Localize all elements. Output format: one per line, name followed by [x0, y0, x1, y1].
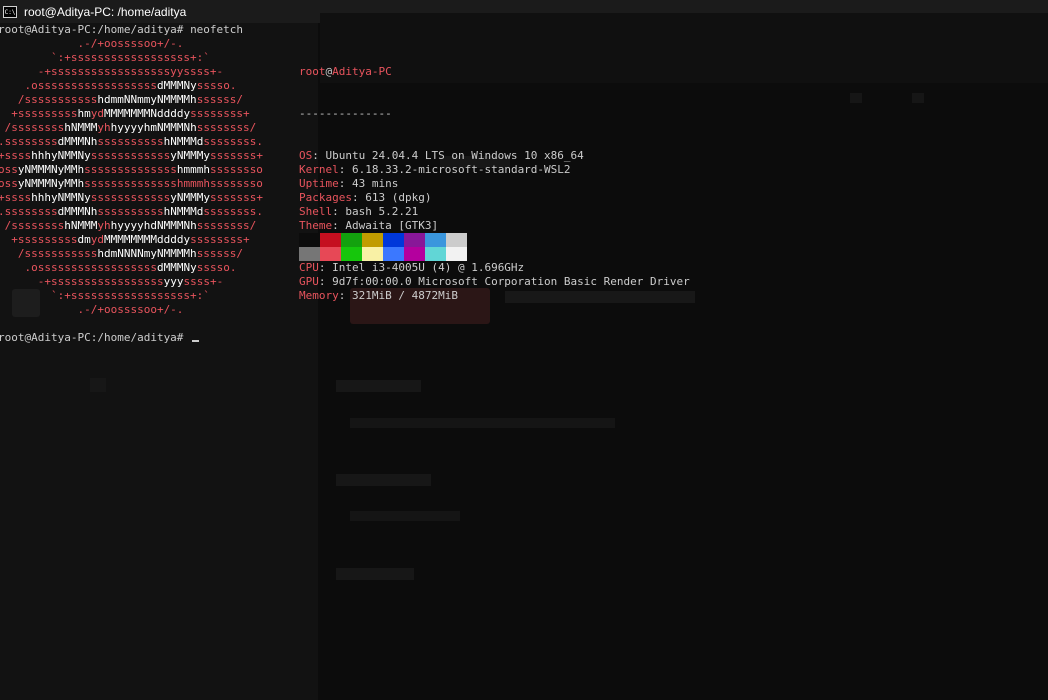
- logo-line: +ssssssssshmydMMMMMMMNddddyssssssss+: [0, 107, 250, 120]
- info-line-uptime: Uptime: 43 mins: [299, 177, 399, 190]
- prompt: root@Aditya-PC:/home/aditya#: [0, 23, 184, 36]
- terminal-window: C:\ root@Aditya-PC: /home/aditya root@Ad…: [0, 0, 1048, 700]
- hostname: Aditya-PC: [332, 65, 392, 78]
- logo-line: `:+ssssssssssssssssss+:`: [0, 289, 210, 302]
- info-line-theme: Theme: Adwaita [GTK3]: [299, 219, 439, 232]
- color-swatch: [341, 247, 362, 261]
- logo-line: .ossssssssssssssssssdMMMNysssso.: [0, 261, 237, 274]
- separator: --------------: [299, 107, 392, 120]
- color-swatch: [299, 233, 320, 247]
- info-lines: OS: Ubuntu 24.04.4 LTS on Windows 10 x86…: [299, 149, 690, 303]
- info-line-os: OS: Ubuntu 24.04.4 LTS on Windows 10 x86…: [299, 149, 584, 162]
- palette-row-bright: [299, 247, 467, 261]
- logo-line: .ssssssssdMMMNhsssssssssshNMMMdssssssss.: [0, 205, 263, 218]
- command: neofetch: [190, 23, 244, 36]
- logo-line: .ossssssssssssssssssdMMMNysssso.: [0, 79, 237, 92]
- color-swatch: [362, 233, 383, 247]
- info-line-kernel: Kernel: 6.18.33.2-microsoft-standard-WSL…: [299, 163, 571, 176]
- logo-line: -+ssssssssssssssssssyyssss+-: [0, 65, 224, 78]
- color-swatch: [425, 233, 446, 247]
- window-title: root@Aditya-PC: /home/aditya: [24, 4, 187, 19]
- logo-line: -+sssssssssssssssssyyyssss+-: [0, 275, 224, 288]
- logo-line: /sssssssshNMMMyhhyyyyhdNMMMNhssssssss/: [0, 219, 257, 232]
- system-info: root@Aditya-PC -------------- OS: Ubuntu…: [299, 37, 690, 331]
- info-line-packages: Packages: 613 (dpkg): [299, 191, 432, 204]
- ubuntu-ascii-logo: .-/+oossssoo+/-. `:+ssssssssssssssssss+:…: [0, 37, 263, 317]
- logo-line: /sssssssshNMMMyhhyyyyhmNMMMNhssssssss/: [0, 121, 257, 134]
- color-swatch: [383, 247, 404, 261]
- logo-line: ossyNMMMNyMMhsssssssssssssshmmmhssssssso: [0, 163, 263, 176]
- info-line-gpu: GPU: 9d7f:00:00.0 Microsoft Corporation …: [299, 275, 690, 288]
- logo-line: /ssssssssssshdmNNNNmyNMMMMhssssss/: [0, 247, 244, 260]
- logo-line: +sssshhhyNMMNyssssssssssssyNMMMysssssss+: [0, 149, 263, 162]
- color-swatch: [425, 247, 446, 261]
- logo-line: +sssssssssdmydMMMMMMMMddddyssssssss+: [0, 233, 250, 246]
- logo-line: .-/+oossssoo+/-.: [0, 37, 184, 50]
- command-line: root@Aditya-PC:/home/aditya# neofetch: [0, 23, 243, 37]
- logo-line: /ssssssssssshdmmNNmmyNMMMMhssssss/: [0, 93, 244, 106]
- color-swatch: [446, 233, 467, 247]
- logo-line: .ssssssssdMMMNhsssssssssshNMMMdssssssss.: [0, 135, 263, 148]
- logo-line: +sssshhhyNMMNyssssssssssssyNMMMysssssss+: [0, 191, 263, 204]
- info-line-shell: Shell: bash 5.2.21: [299, 205, 419, 218]
- terminal-output[interactable]: root@Aditya-PC:/home/aditya# neofetch .-…: [0, 23, 1048, 700]
- username: root: [299, 65, 326, 78]
- color-palette: [299, 233, 467, 261]
- info-line-cpu: CPU: Intel i3-4005U (4) @ 1.696GHz: [299, 261, 525, 274]
- active-prompt-line[interactable]: root@Aditya-PC:/home/aditya#: [0, 331, 200, 345]
- logo-line: .-/+oossssoo+/-.: [0, 303, 184, 316]
- color-swatch: [404, 233, 425, 247]
- palette-row-normal: [299, 233, 467, 247]
- logo-line: ossyNMMMNyMMhsssssssssssssshmmmhssssssso: [0, 177, 263, 190]
- color-swatch: [341, 233, 362, 247]
- color-swatch: [362, 247, 383, 261]
- user-host-line: root@Aditya-PC: [299, 65, 392, 78]
- info-line-memory: Memory: 321MiB / 4872MiB: [299, 289, 458, 302]
- text-cursor: [192, 340, 200, 342]
- color-swatch: [320, 233, 341, 247]
- color-swatch: [299, 247, 320, 261]
- color-swatch: [320, 247, 341, 261]
- prompt: root@Aditya-PC:/home/aditya#: [0, 331, 184, 344]
- color-swatch: [383, 233, 404, 247]
- color-swatch: [446, 247, 467, 261]
- color-swatch: [404, 247, 425, 261]
- console-icon: C:\: [3, 5, 17, 18]
- logo-line: `:+ssssssssssssssssss+:`: [0, 51, 210, 64]
